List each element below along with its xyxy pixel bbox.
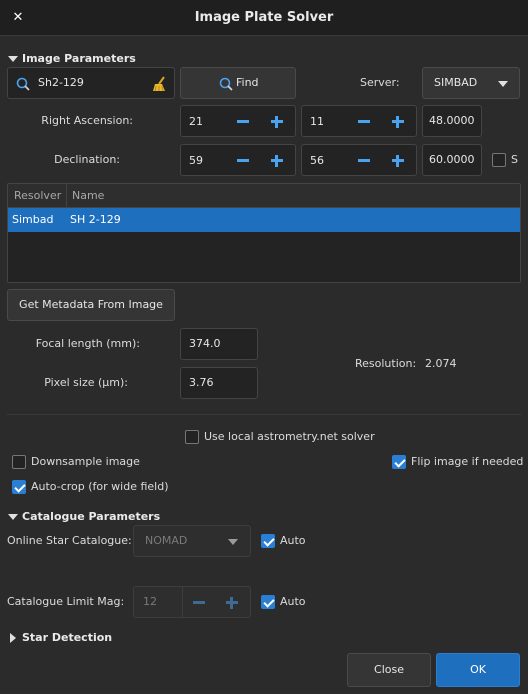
image-parameters-label: Image Parameters <box>22 52 136 65</box>
downsample-label[interactable]: Downsample image <box>31 453 140 471</box>
table-row[interactable]: Simbad SH 2-129 <box>8 208 520 232</box>
column-divider <box>66 184 67 208</box>
limit-mag-value: 12 <box>143 595 157 608</box>
star-detection-label: Star Detection <box>22 631 113 644</box>
ra-hours-value: 21 <box>189 115 203 128</box>
minus-icon[interactable] <box>235 114 251 130</box>
autocrop-label[interactable]: Auto-crop (for wide field) <box>31 478 169 496</box>
ok-button[interactable]: OK <box>436 653 520 687</box>
chevron-down-icon <box>498 81 508 87</box>
pixel-size-field[interactable]: 3.76 <box>180 367 258 399</box>
dec-degrees-value: 59 <box>189 154 203 167</box>
plus-icon[interactable] <box>269 114 285 130</box>
server-label: Server: <box>360 76 400 89</box>
image-parameters-header[interactable]: Image Parameters <box>8 52 136 65</box>
minus-icon[interactable] <box>191 595 207 611</box>
search-icon <box>219 77 233 91</box>
autocrop-checkbox[interactable] <box>12 480 26 494</box>
south-label: S <box>511 153 518 166</box>
ra-label: Right Ascension: <box>41 114 133 127</box>
limit-mag-spinbox[interactable]: 12 <box>133 586 251 618</box>
dec-seconds-field[interactable]: 60.0000 <box>422 144 482 176</box>
plus-icon[interactable] <box>390 153 406 169</box>
ra-hours-spinbox[interactable]: 21 <box>180 105 296 137</box>
cell-name: SH 2-129 <box>70 213 121 226</box>
online-catalogue-value: NOMAD <box>145 534 188 547</box>
window-title: Image Plate Solver <box>194 10 334 25</box>
limit-auto-checkbox[interactable] <box>261 595 275 609</box>
resolution-value: 2.074 <box>425 357 457 370</box>
server-dropdown[interactable]: SIMBAD <box>422 67 520 99</box>
online-catalogue-label: Online Star Catalogue: <box>7 534 132 547</box>
online-auto-checkbox[interactable] <box>261 534 275 548</box>
resolver-table[interactable]: Resolver Name Simbad SH 2-129 <box>7 183 521 283</box>
get-metadata-button[interactable]: Get Metadata From Image <box>7 289 175 321</box>
find-label: Find <box>236 76 259 89</box>
resolution-label: Resolution: <box>355 357 417 370</box>
limit-auto-label[interactable]: Auto <box>280 586 306 618</box>
downsample-checkbox[interactable] <box>12 455 26 469</box>
server-value: SIMBAD <box>434 76 478 89</box>
find-button[interactable]: Find <box>180 67 296 99</box>
dec-minutes-value: 56 <box>310 154 324 167</box>
plus-icon[interactable] <box>390 114 406 130</box>
flip-image-label[interactable]: Flip image if needed <box>411 453 523 471</box>
minus-icon[interactable] <box>356 153 372 169</box>
south-checkbox[interactable] <box>492 153 506 167</box>
column-header-resolver[interactable]: Resolver <box>14 184 61 208</box>
dec-seconds-value: 60.0000 <box>429 153 475 166</box>
local-solver-label[interactable]: Use local astrometry.net solver <box>204 428 375 446</box>
star-detection-header[interactable]: Star Detection <box>8 631 112 644</box>
ra-seconds-field[interactable]: 48.0000 <box>422 105 482 137</box>
plus-icon[interactable] <box>224 595 240 611</box>
divider <box>7 414 521 415</box>
close-button[interactable]: Close <box>347 653 431 687</box>
minus-icon[interactable] <box>356 114 372 130</box>
catalogue-parameters-label: Catalogue Parameters <box>22 510 161 523</box>
spin-divider <box>182 587 183 617</box>
pixel-size-label: Pixel size (µm): <box>44 376 128 389</box>
ra-minutes-spinbox[interactable]: 11 <box>301 105 417 137</box>
limit-mag-label: Catalogue Limit Mag: <box>7 595 125 608</box>
search-icon <box>16 77 30 91</box>
ra-minutes-value: 11 <box>310 115 324 128</box>
clear-broom-icon[interactable] <box>151 75 169 93</box>
focal-length-field[interactable]: 374.0 <box>180 328 258 360</box>
collapsed-triangle-icon <box>10 633 16 643</box>
online-catalogue-dropdown[interactable]: NOMAD <box>133 525 251 557</box>
dec-label: Declination: <box>54 153 120 166</box>
catalogue-parameters-header[interactable]: Catalogue Parameters <box>8 510 160 523</box>
object-name-value: Sh2-129 <box>38 76 84 89</box>
chevron-down-icon <box>228 539 238 545</box>
cell-resolver: Simbad <box>12 213 54 226</box>
focal-length-value: 374.0 <box>189 337 221 350</box>
local-solver-checkbox[interactable] <box>185 430 199 444</box>
dec-minutes-spinbox[interactable]: 56 <box>301 144 417 176</box>
online-auto-label[interactable]: Auto <box>280 525 306 557</box>
plus-icon[interactable] <box>269 153 285 169</box>
minus-icon[interactable] <box>235 153 251 169</box>
flip-image-checkbox[interactable] <box>392 455 406 469</box>
pixel-size-value: 3.76 <box>189 376 214 389</box>
expand-triangle-icon <box>8 56 18 62</box>
focal-length-label: Focal length (mm): <box>35 337 140 350</box>
ra-seconds-value: 48.0000 <box>429 114 475 127</box>
dec-degrees-spinbox[interactable]: 59 <box>180 144 296 176</box>
object-search-field[interactable]: Sh2-129 <box>7 67 175 99</box>
expand-triangle-icon <box>8 514 18 520</box>
column-header-name[interactable]: Name <box>72 184 104 208</box>
